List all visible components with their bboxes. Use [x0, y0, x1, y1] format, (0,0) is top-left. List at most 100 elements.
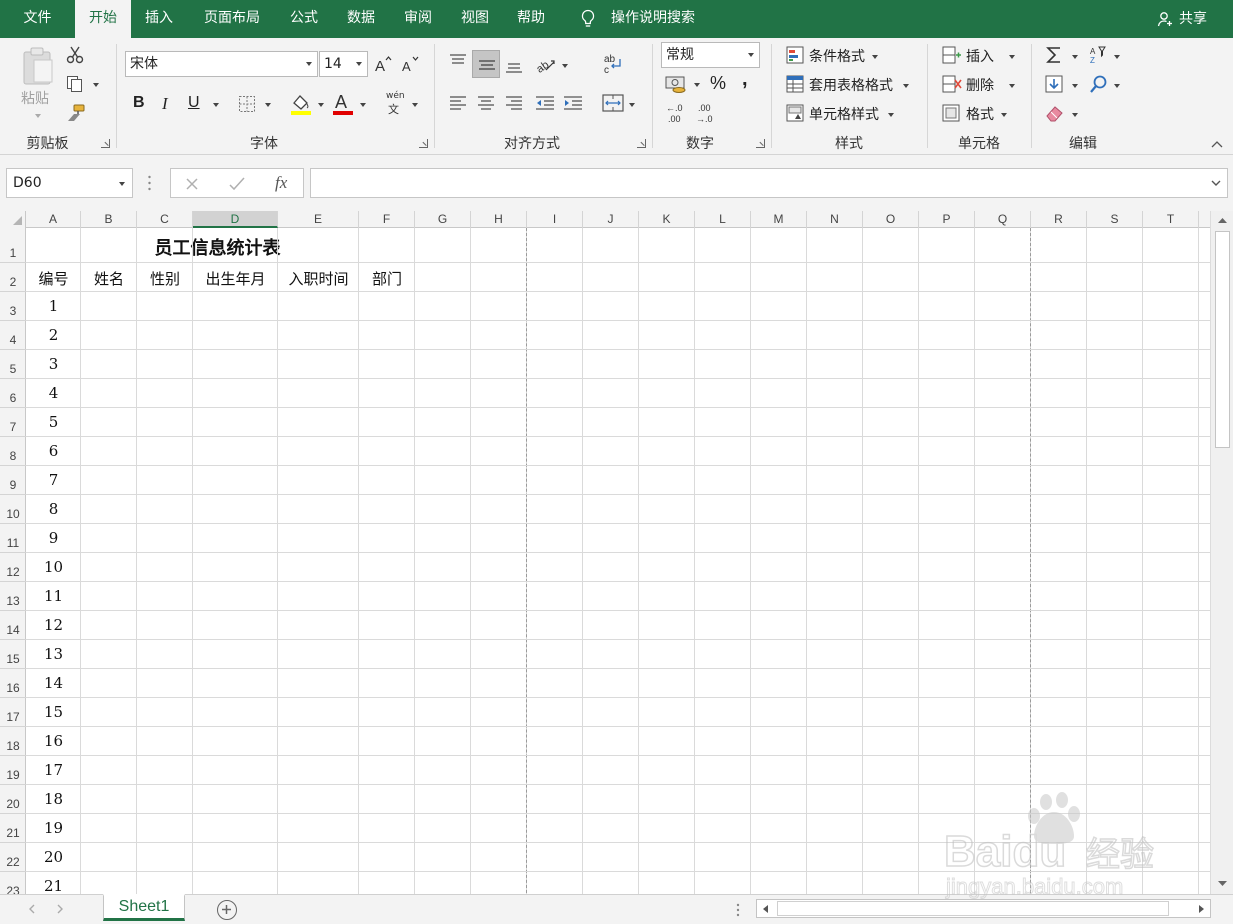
row-header-1[interactable]: 1	[0, 228, 26, 263]
align-middle-button[interactable]	[472, 50, 500, 78]
paste-button[interactable]: 粘贴	[21, 88, 49, 108]
column-header-c[interactable]: C	[137, 211, 193, 228]
font-launcher-icon[interactable]	[419, 139, 428, 148]
increase-decimal-icon[interactable]: ←.0 .00	[664, 102, 686, 124]
orientation-dropdown-icon[interactable]	[562, 64, 568, 68]
phonetic-dropdown-icon[interactable]	[412, 103, 418, 107]
font-size-select[interactable]: 14	[319, 51, 368, 77]
row-header-23[interactable]: 23	[0, 872, 26, 894]
column-header-p[interactable]: P	[919, 211, 975, 228]
clear-eraser-icon[interactable]	[1045, 104, 1065, 122]
id-cell[interactable]: 13	[26, 645, 81, 663]
decrease-indent-icon[interactable]	[535, 96, 555, 110]
percent-style-button[interactable]: %	[710, 73, 726, 94]
row-header-2[interactable]: 2	[0, 263, 26, 292]
format-cells-icon[interactable]	[942, 104, 962, 122]
row-header-14[interactable]: 14	[0, 611, 26, 640]
bold-button[interactable]: B	[133, 94, 145, 112]
id-cell[interactable]: 2	[26, 326, 81, 344]
row-header-15[interactable]: 15	[0, 640, 26, 669]
share-button[interactable]: 共享	[1157, 0, 1207, 38]
sort-filter-dropdown-icon[interactable]	[1114, 55, 1120, 59]
row-header-6[interactable]: 6	[0, 379, 26, 408]
row-header-12[interactable]: 12	[0, 553, 26, 582]
tell-me-search[interactable]: 操作说明搜索	[611, 0, 695, 38]
accounting-format-icon[interactable]	[665, 74, 687, 94]
decrease-font-size-icon[interactable]: A	[401, 55, 419, 73]
conditional-formatting-button[interactable]: 条件格式	[809, 46, 865, 66]
format-dropdown-icon[interactable]	[1001, 113, 1007, 117]
sheet-title-cell[interactable]: 员工信息统计表	[26, 234, 409, 260]
row-header-7[interactable]: 7	[0, 408, 26, 437]
add-sheet-button[interactable]	[217, 900, 237, 920]
header-cell[interactable]: 出生年月	[193, 268, 278, 289]
id-cell[interactable]: 4	[26, 384, 81, 402]
fill-dropdown-icon[interactable]	[1072, 84, 1078, 88]
table-dropdown-icon[interactable]	[903, 84, 909, 88]
enter-check-icon[interactable]	[229, 177, 245, 191]
id-cell[interactable]: 20	[26, 848, 81, 866]
cell-styles-button[interactable]: 单元格样式	[809, 104, 879, 124]
id-cell[interactable]: 19	[26, 819, 81, 837]
column-header-r[interactable]: R	[1031, 211, 1087, 228]
autosum-dropdown-icon[interactable]	[1072, 55, 1078, 59]
column-header-e[interactable]: E	[278, 211, 359, 228]
paste-icon[interactable]	[20, 46, 56, 86]
row-header-16[interactable]: 16	[0, 669, 26, 698]
row-header-9[interactable]: 9	[0, 466, 26, 495]
format-as-table-icon[interactable]	[786, 75, 804, 93]
borders-dropdown-icon[interactable]	[265, 103, 271, 107]
fill-down-icon[interactable]	[1045, 75, 1063, 93]
conditional-formatting-icon[interactable]	[786, 46, 804, 64]
insert-function-button[interactable]: fx	[275, 173, 287, 193]
merge-dropdown-icon[interactable]	[629, 103, 635, 107]
tab-file[interactable]: 文件	[0, 0, 75, 38]
tab-help[interactable]: 帮助	[505, 0, 557, 38]
id-cell[interactable]: 21	[26, 877, 81, 894]
format-painter-icon[interactable]	[66, 104, 86, 122]
id-cell[interactable]: 18	[26, 790, 81, 808]
align-bottom-icon[interactable]	[505, 58, 523, 74]
tab-page-layout[interactable]: 页面布局	[192, 0, 272, 38]
align-top-icon[interactable]	[449, 53, 467, 69]
cell-styles-dropdown-icon[interactable]	[888, 113, 894, 117]
column-header-q[interactable]: Q	[975, 211, 1031, 228]
number-format-select[interactable]: 常规	[661, 42, 760, 68]
column-header-a[interactable]: A	[26, 211, 81, 228]
column-header-i[interactable]: I	[527, 211, 583, 228]
header-cell[interactable]: 编号	[26, 268, 81, 289]
delete-button[interactable]: 删除	[966, 75, 994, 95]
row-header-19[interactable]: 19	[0, 756, 26, 785]
font-color-dropdown-icon[interactable]	[360, 103, 366, 107]
column-header-j[interactable]: J	[583, 211, 639, 228]
tab-home[interactable]: 开始	[75, 0, 131, 38]
column-header-t[interactable]: T	[1143, 211, 1199, 228]
borders-icon[interactable]	[238, 95, 256, 113]
id-cell[interactable]: 16	[26, 732, 81, 750]
id-cell[interactable]: 12	[26, 616, 81, 634]
row-header-8[interactable]: 8	[0, 437, 26, 466]
row-header-10[interactable]: 10	[0, 495, 26, 524]
cancel-icon[interactable]	[185, 177, 199, 191]
column-header-l[interactable]: L	[695, 211, 751, 228]
row-header-5[interactable]: 5	[0, 350, 26, 379]
id-cell[interactable]: 3	[26, 355, 81, 373]
underline-dropdown-icon[interactable]	[213, 103, 219, 107]
select-all-button[interactable]	[0, 211, 26, 228]
formula-input[interactable]	[310, 168, 1228, 198]
name-box[interactable]: D60	[6, 168, 133, 198]
row-header-18[interactable]: 18	[0, 727, 26, 756]
row-header-13[interactable]: 13	[0, 582, 26, 611]
increase-indent-icon[interactable]	[563, 96, 583, 110]
underline-button[interactable]: U	[188, 94, 200, 112]
tab-review[interactable]: 审阅	[392, 0, 444, 38]
italic-button[interactable]: I	[162, 94, 168, 114]
insert-cells-icon[interactable]	[942, 46, 962, 64]
copy-dropdown-icon[interactable]	[93, 83, 99, 87]
merge-center-icon[interactable]	[602, 94, 624, 112]
column-header-m[interactable]: M	[751, 211, 807, 228]
accounting-dropdown-icon[interactable]	[694, 83, 700, 87]
tab-formulas[interactable]: 公式	[278, 0, 330, 38]
format-button[interactable]: 格式	[966, 104, 994, 124]
header-cell[interactable]: 性别	[137, 268, 193, 289]
